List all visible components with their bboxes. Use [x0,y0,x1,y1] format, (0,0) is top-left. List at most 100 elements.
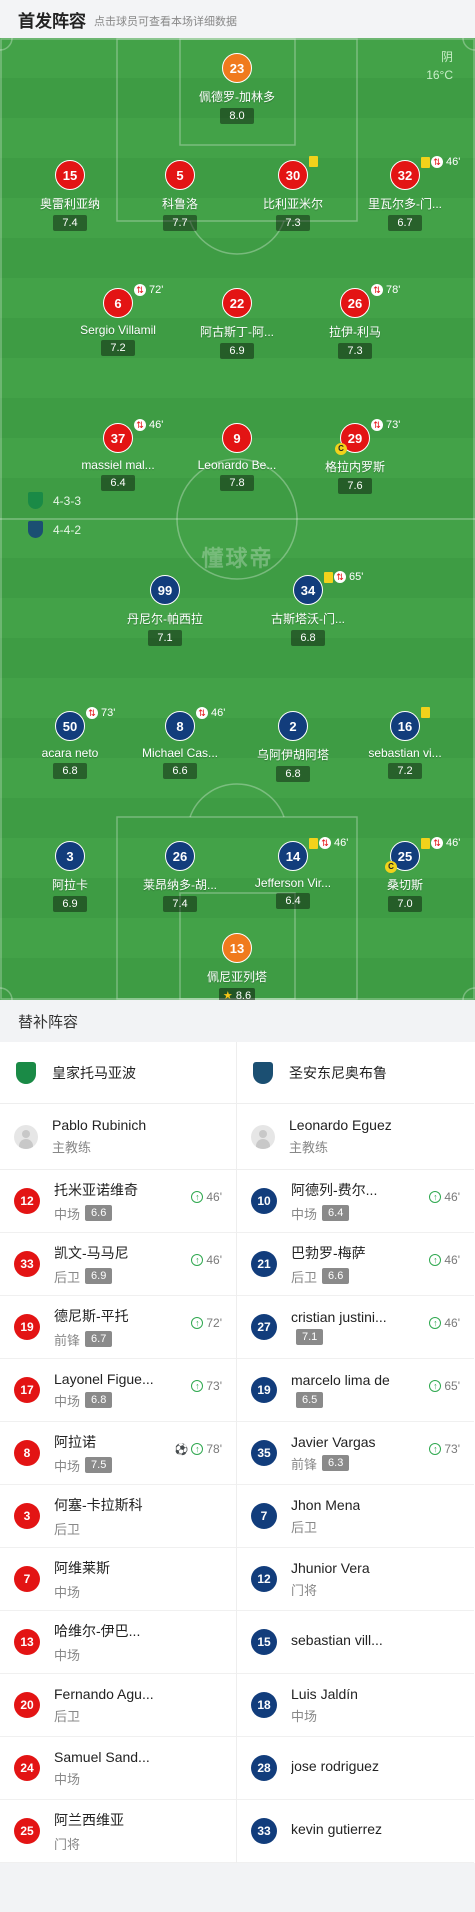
sub-player-position: 中场 [54,1771,81,1787]
sub-player-row[interactable]: 12 Jhunior Vera 门将 [237,1548,474,1611]
player-home[interactable]: 9 Leonardo Be... 7.8 [179,423,295,491]
sub-player-row[interactable]: 33 凯文-马马尼 后卫 6.9 ↑ 46' [0,1233,236,1296]
sub-number-badge: 19 [14,1314,40,1340]
sub-player-position: 中场 [54,1206,81,1222]
player-event-marks [309,156,318,167]
sub-player-row[interactable]: 13 哈维尔-伊巴... 中场 [0,1611,236,1674]
away-team-row[interactable]: 圣安东尼奥布鲁 [237,1042,474,1104]
sub-player-name: 阿兰西维亚 [54,1811,124,1828]
sub-in-tag: ↑ 46' [191,1190,222,1204]
sub-in-tag: ↑ 46' [191,1253,222,1267]
sub-player-row[interactable]: 17 Layonel Figue... 中场 6.8 ↑ 73' [0,1359,236,1422]
player-home[interactable]: 32 ⇅ 46' 里瓦尔多-门... 6.7 [347,156,463,231]
sub-player-row[interactable]: 27 cristian justini... 7.1 ↑ 46' [237,1296,474,1359]
sub-player-row[interactable]: 7 阿维莱斯 中场 [0,1548,236,1611]
sub-player-row[interactable]: 25 阿兰西维亚 门将 [0,1800,236,1863]
sub-player-row[interactable]: 33 kevin gutierrez [237,1800,474,1863]
sub-in-tag: ⚽ ↑ 78' [175,1442,222,1456]
sub-number-badge: 12 [251,1566,277,1592]
sub-player-name: kevin gutierrez [291,1821,383,1837]
sub-player-info: Jhunior Vera 门将 [291,1560,370,1599]
sub-in-time: 46' [206,1253,222,1267]
player-away[interactable]: 8 ⇅ 46' Michael Cas... 6.6 [122,707,238,779]
sub-player-position: 后卫 [291,1269,318,1285]
home-subs-column: 皇家托马亚波 Pablo Rubinich 主教练 12 托米亚诺维奇 中场 6.6 ↑… [0,1042,237,1863]
sub-out-icon: ⇅ [319,837,331,849]
player-away[interactable]: 50 ⇅ 73' acara neto 6.8 [12,707,128,779]
home-team-row[interactable]: 皇家托马亚波 [0,1042,236,1104]
sub-player-rating: 7.5 [85,1457,113,1473]
away-subs-column: 圣安东尼奥布鲁 Leonardo Eguez 主教练 10 阿德列-费尔... 中场… [237,1042,474,1863]
player-home[interactable]: 22 阿古斯丁-阿... 6.9 [179,288,295,359]
lineup-title: 首发阵容 [18,11,86,31]
sub-player-row[interactable]: 10 阿德列-费尔... 中场 6.4 ↑ 46' [237,1170,474,1233]
player-away[interactable]: 25 ⇅ 46' C 桑切斯 7.0 [347,837,463,912]
captain-badge-icon: C [385,861,397,873]
sub-out-icon: ⇅ [431,156,443,168]
player-rating: 7.6 [338,478,372,494]
sub-player-row[interactable]: 20 Fernando Agu... 后卫 [0,1674,236,1737]
sub-player-position: 后卫 [54,1521,81,1537]
sub-number-badge: 15 [251,1629,277,1655]
sub-player-name: Jhunior Vera [291,1559,370,1576]
player-number-badge: 5 [165,160,195,190]
sub-player-row[interactable]: 24 Samuel Sand... 中场 [0,1737,236,1800]
sub-in-time: 46' [206,1190,222,1204]
player-name: 阿古斯丁-阿... [200,325,274,339]
sub-player-row[interactable]: 28 jose rodriguez [237,1737,474,1800]
sub-player-row[interactable]: 3 何塞-卡拉斯科 后卫 [0,1485,236,1548]
sub-out-time: 73' [386,419,401,431]
player-home[interactable]: 23 佩德罗-加林多 8.0 [179,53,295,124]
player-number-badge: 8 [165,711,195,741]
sub-in-time: 65' [444,1379,460,1393]
sub-in-time: 46' [444,1316,460,1330]
player-away[interactable]: 3 阿拉卡 6.9 [12,841,128,912]
player-home[interactable]: 5 科鲁洛 7.7 [122,160,238,231]
sub-player-row[interactable]: 21 巴勃罗-梅萨 后卫 6.6 ↑ 46' [237,1233,474,1296]
player-number-badge: 6 [103,288,133,318]
sub-player-meta: 中场 [54,1582,110,1601]
player-home[interactable]: 6 ⇅ 72' Sergio Villamil 7.2 [60,284,176,356]
player-number-badge: 14 [278,841,308,871]
sub-player-row[interactable]: 15 sebastian vill... [237,1611,474,1674]
sub-in-time: 73' [444,1442,460,1456]
sub-player-row[interactable]: 12 托米亚诺维奇 中场 6.6 ↑ 46' [0,1170,236,1233]
home-team-name: 皇家托马亚波 [52,1064,136,1081]
sub-out-icon: ⇅ [431,837,443,849]
away-coach-name: Leonardo Eguez [289,1117,392,1133]
player-number-badge: 16 [390,711,420,741]
sub-player-info: 哈维尔-伊巴... 中场 [54,1621,140,1664]
sub-player-row[interactable]: 8 阿拉诺 中场 7.5 ⚽ ↑ 78' [0,1422,236,1485]
player-home[interactable]: 30 比利亚米尔 7.3 [235,156,351,231]
player-away[interactable]: 2 乌阿伊胡阿塔 6.8 [235,711,351,782]
sub-out-icon: ⇅ [334,571,346,583]
player-home[interactable]: 37 ⇅ 46' massiel mal... 6.4 [60,419,176,491]
away-coach-row[interactable]: Leonardo Eguez 主教练 [237,1104,474,1170]
sub-player-row[interactable]: 19 德尼斯-平托 前锋 6.7 ↑ 72' [0,1296,236,1359]
sub-number-badge: 10 [251,1188,277,1214]
player-away[interactable]: 34 ⇅ 65' 古斯塔沃-门... 6.8 [250,571,366,646]
player-away[interactable]: 26 莱昂纳多-胡... 7.4 [122,841,238,912]
sub-player-meta: 后卫 6.6 [291,1267,366,1286]
player-away[interactable]: 14 ⇅ 46' Jefferson Vir... 6.4 [235,837,351,909]
sub-player-row[interactable]: 19 marcelo lima de 6.5 ↑ 65' [237,1359,474,1422]
player-home[interactable]: 15 奥雷利亚纳 7.4 [12,160,128,231]
sub-player-row[interactable]: 35 Javier Vargas 前锋 6.3 ↑ 73' [237,1422,474,1485]
player-rating: 8.0 [220,108,254,124]
sub-player-position: 中场 [54,1458,81,1474]
player-away[interactable]: 13 佩尼亚列塔 ★ 8.6 [179,933,295,1000]
sub-player-position: 中场 [54,1393,81,1409]
sub-player-row[interactable]: 7 Jhon Mena 后卫 [237,1485,474,1548]
sub-player-meta: 前锋 6.3 [291,1454,376,1473]
sub-player-info: 阿维莱斯 中场 [54,1558,110,1601]
player-rating: 7.8 [220,475,254,491]
player-event-marks: ⇅ 46' [134,419,163,431]
player-rating: ★ 8.6 [218,988,256,1000]
player-away[interactable]: 99 丹尼尔-帕西拉 7.1 [107,575,223,646]
home-coach-row[interactable]: Pablo Rubinich 主教练 [0,1104,236,1170]
player-away[interactable]: 16 sebastian vi... 7.2 [347,707,463,779]
sub-player-row[interactable]: 18 Luis Jaldín 中场 [237,1674,474,1737]
player-home[interactable]: 29 ⇅ 73' C 格拉内罗斯 7.6 [297,419,413,494]
player-event-marks: ⇅ 46' [421,837,460,849]
player-home[interactable]: 26 ⇅ 78' 拉伊-利马 7.3 [297,284,413,359]
